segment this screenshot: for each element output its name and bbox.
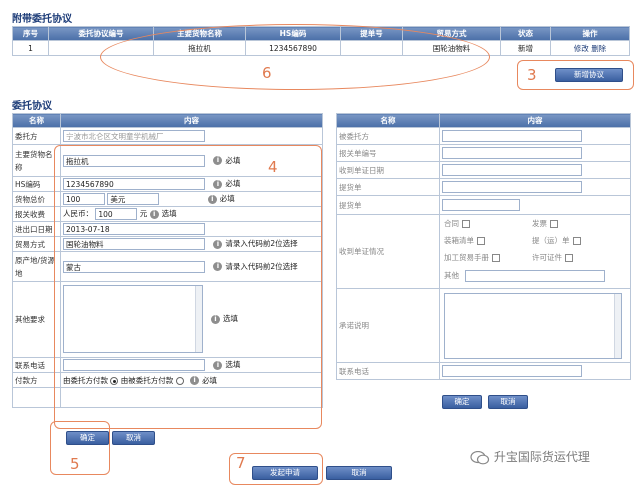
doc-manual-checkbox[interactable] [492, 254, 500, 262]
doc-license-checkbox[interactable] [565, 254, 573, 262]
declaration-no-input [442, 147, 582, 159]
doc-license-label: 许可证件 [532, 253, 562, 262]
textarea-scrollbar [614, 294, 621, 358]
delivery-order-label-2: 提货单 [336, 195, 440, 215]
agent-col-content: 内容 [439, 113, 631, 128]
doc-packing-checkbox[interactable] [477, 237, 485, 245]
agent-input [442, 130, 582, 142]
commitment-label: 承诺说明 [336, 288, 440, 363]
annotation-box-4 [54, 145, 322, 429]
watermark-text: 升宝国际货运代理 [493, 450, 590, 464]
agent-col-name: 名称 [336, 113, 440, 128]
agent-cancel-button[interactable]: 取消 [488, 395, 528, 409]
annotation-box-5 [50, 421, 110, 475]
doc-packing-label: 装箱清单 [444, 236, 474, 245]
doc-contract-checkbox[interactable] [462, 220, 470, 228]
annotation-label-4: 4 [268, 158, 278, 176]
watermark: 升宝国际货运代理 [470, 448, 590, 465]
agent-row-label: 被委托方 [336, 127, 440, 145]
doc-other-label: 其他 [444, 271, 459, 280]
annotation-label-3: 3 [527, 66, 537, 84]
delete-link[interactable]: 删除 [591, 44, 606, 53]
submit-application-button[interactable]: 发起申请 [252, 466, 318, 480]
doc-manual-label: 加工贸易手册 [444, 253, 489, 262]
agent-ok-button[interactable]: 确定 [442, 395, 482, 409]
cell-actions: 修改 删除 [550, 40, 630, 56]
doc-bl-label: 提（运）单 [532, 236, 570, 245]
annotation-label-6: 6 [262, 64, 272, 82]
add-agreement-button[interactable]: 新增协议 [555, 68, 623, 82]
doc-invoice-label: 发票 [532, 219, 547, 228]
form-col-content: 内容 [60, 113, 323, 128]
edit-link[interactable]: 修改 [574, 44, 589, 53]
received-date-input [442, 164, 582, 176]
annotation-label-7: 7 [236, 454, 246, 472]
agent-phone-input [442, 365, 582, 377]
agent-table: 名称 内容 被委托方 报关单编号 收到单证日期 提货单 提货单 收到单证情况 合… [336, 113, 631, 380]
delivery-order-label: 提货单 [336, 178, 440, 196]
form-col-name: 名称 [12, 113, 61, 128]
annotation-ellipse-6 [100, 24, 490, 90]
wechat-icon [470, 450, 490, 465]
doc-bl-checkbox[interactable] [572, 237, 581, 245]
form-cancel-button[interactable]: 取消 [112, 431, 155, 445]
footer-cancel-button[interactable]: 取消 [326, 466, 392, 480]
col-status: 状态 [500, 26, 551, 41]
cell-status: 新增 [500, 40, 551, 56]
agent-phone-label: 联系电话 [336, 362, 440, 380]
delivery-order-input [442, 181, 582, 193]
client-field: 宁波市北仑区文明童学机械厂 [63, 130, 205, 142]
doc-contract-label: 合同 [444, 219, 459, 228]
col-index: 序号 [12, 26, 49, 41]
docs-label: 收到单证情况 [336, 214, 440, 289]
col-actions: 操作 [550, 26, 630, 41]
doc-other-input [465, 270, 605, 282]
doc-invoice-checkbox[interactable] [550, 220, 558, 228]
declaration-no-label: 报关单编号 [336, 144, 440, 162]
delivery-order-input-2 [442, 199, 520, 211]
received-date-label: 收到单证日期 [336, 161, 440, 179]
cell-index: 1 [12, 40, 49, 56]
commitment-textarea [444, 293, 622, 359]
attached-title: 附带委托协议 [12, 14, 72, 25]
annotation-label-5: 5 [70, 455, 80, 473]
form-title: 委托协议 [12, 101, 52, 112]
client-label: 委托方 [12, 127, 61, 145]
